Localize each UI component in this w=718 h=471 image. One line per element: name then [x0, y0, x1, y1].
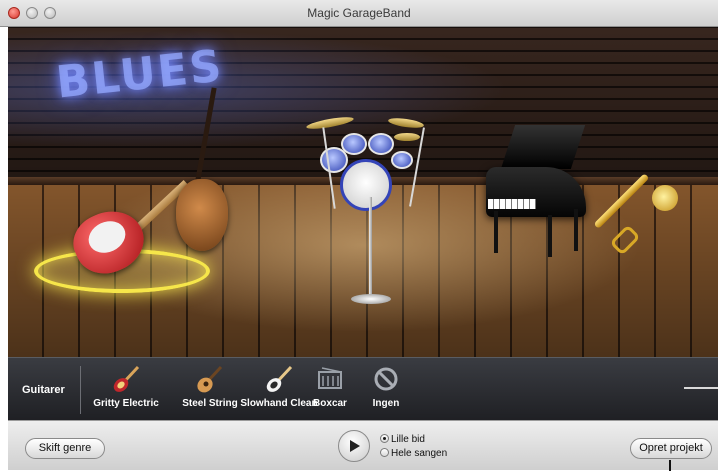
piano-keys [488, 199, 536, 209]
tom-drum-right [368, 133, 394, 155]
selector-divider [80, 366, 81, 414]
radio-snippet[interactable]: Lille bid [380, 434, 425, 447]
text-cursor [669, 460, 671, 471]
bottom-toolbar: Skift genre Lille bid Hele sangen Opret … [8, 420, 718, 471]
instrument-category-label: Guitarer [22, 384, 65, 396]
piano-lid [500, 125, 586, 169]
window-title: Magic GarageBand [307, 6, 411, 20]
upright-bass-icon [176, 179, 228, 251]
mic-base [351, 294, 391, 304]
piano-leg-right [574, 209, 578, 251]
none-icon [374, 367, 398, 391]
snare-drum [391, 151, 413, 169]
change-genre-button[interactable]: Skift genre [25, 438, 105, 459]
radio-button-checked[interactable] [380, 434, 389, 443]
play-button[interactable] [338, 430, 370, 462]
option-steel-string[interactable]: Steel String [174, 364, 246, 416]
acoustic-guitar-icon [197, 365, 223, 393]
play-icon [350, 440, 360, 452]
option-label: Steel String [182, 398, 238, 409]
kick-drum-icon [340, 159, 392, 211]
selector-scroll-indicator[interactable] [684, 387, 718, 389]
create-project-button[interactable]: Opret projekt [630, 438, 712, 459]
option-label: Gritty Electric [93, 398, 159, 409]
magic-garageband-window: Magic GarageBand BLUES Guitarer Gritty E… [0, 0, 718, 471]
option-gritty-electric[interactable]: Gritty Electric [90, 364, 162, 416]
radio-label: Lille bid [391, 434, 425, 445]
piano-leg-left [494, 211, 498, 253]
radio-entire-song[interactable]: Hele sangen [380, 448, 447, 461]
radio-button-unchecked[interactable] [380, 448, 389, 457]
band-stage: BLUES [8, 27, 718, 357]
hihat [394, 133, 420, 141]
instrument-selector-bar: Guitarer Gritty Electric Steel String Sl… [8, 357, 718, 420]
electric-guitar-icon [113, 365, 140, 392]
piano-leg-middle [548, 215, 552, 257]
trumpet-icon [652, 185, 678, 211]
radio-label: Hele sangen [391, 448, 448, 459]
option-ingen[interactable]: Ingen [350, 364, 422, 416]
title-bar: Magic GarageBand [0, 0, 718, 27]
clean-electric-guitar-icon [266, 365, 293, 392]
mic-stand [369, 197, 372, 302]
boxcar-amp-icon [318, 367, 342, 389]
option-label: Ingen [372, 398, 400, 409]
